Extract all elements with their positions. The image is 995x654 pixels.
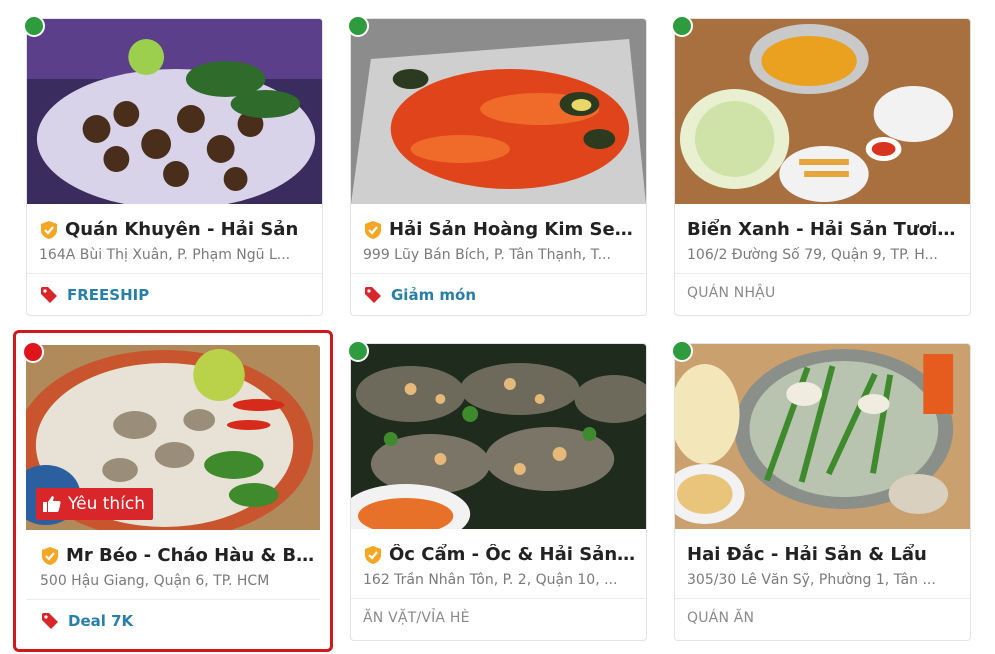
restaurant-address: 106/2 Đường Số 79, Quận 9, TP. H... <box>687 247 938 263</box>
category-label: ĂN VẶT/VỈA HÈ <box>363 610 470 626</box>
open-status-dot <box>347 15 369 37</box>
promo-label: Giảm món <box>391 286 477 304</box>
card-divider <box>351 598 646 599</box>
card-divider <box>27 273 322 274</box>
restaurant-card[interactable]: Hai Đắc - Hải Sản & Lẩu 305/30 Lê Văn Sỹ… <box>671 340 971 641</box>
open-status-dot <box>671 340 693 362</box>
restaurant-address: 164A Bùi Thị Xuân, P. Phạm Ngũ L... <box>39 247 291 263</box>
restaurant-title[interactable]: Quán Khuyên - Hải Sản <box>65 219 298 240</box>
restaurant-title[interactable]: Mr Béo - Cháo Hàu & Bột... <box>66 545 320 566</box>
open-status-dot <box>671 15 693 37</box>
favorite-badge: Yêu thích <box>36 488 154 520</box>
restaurant-card[interactable]: Quán Khuyên - Hải Sản 164A Bùi Thị Xuân,… <box>23 15 323 316</box>
restaurant-card-selected[interactable]: Yêu thích Mr Béo - Cháo Hàu & Bột... 500… <box>13 330 333 652</box>
verified-shield-icon <box>41 220 57 239</box>
restaurant-card[interactable]: Biển Xanh - Hải Sản Tươi S... 106/2 Đườn… <box>671 15 971 316</box>
card-divider <box>675 273 970 274</box>
promo-label: Deal 7K <box>68 612 134 630</box>
restaurant-title[interactable]: Hai Đắc - Hải Sản & Lẩu <box>687 544 927 565</box>
restaurant-address: 500 Hậu Giang, Quận 6, TP. HCM <box>40 573 270 589</box>
restaurant-title[interactable]: Ốc Cẩm - Ốc & Hải Sản - ... <box>389 544 636 565</box>
restaurant-photo[interactable] <box>351 19 646 204</box>
card-divider <box>351 273 646 274</box>
restaurant-title[interactable]: Hải Sản Hoàng Kim Seaf... <box>389 219 636 240</box>
open-status-dot <box>23 15 45 37</box>
card-divider <box>675 598 970 599</box>
restaurant-address: 999 Lũy Bán Bích, P. Tân Thạnh, T... <box>363 247 611 263</box>
verified-shield-icon <box>365 220 381 239</box>
promo-label: FREESHIP <box>67 286 150 304</box>
closed-status-dot <box>22 341 44 363</box>
restaurant-photo[interactable] <box>675 19 970 204</box>
restaurant-address: 162 Trần Nhân Tôn, P. 2, Quận 10, ... <box>363 572 618 588</box>
restaurant-photo[interactable] <box>675 344 970 529</box>
price-tag-icon <box>41 287 57 303</box>
verified-shield-icon <box>42 546 58 565</box>
price-tag-icon <box>42 613 58 629</box>
thumbs-up-icon <box>43 496 61 512</box>
verified-shield-icon <box>365 545 381 564</box>
category-label: QUÁN ĂN <box>687 610 755 626</box>
favorite-label: Yêu thích <box>68 494 146 514</box>
restaurant-card[interactable]: Ốc Cẩm - Ốc & Hải Sản - ... 162 Trần Nhâ… <box>347 340 647 641</box>
restaurant-photo[interactable] <box>27 19 322 204</box>
restaurant-grid: Quán Khuyên - Hải Sản 164A Bùi Thị Xuân,… <box>0 0 995 654</box>
price-tag-icon <box>365 287 381 303</box>
restaurant-title[interactable]: Biển Xanh - Hải Sản Tươi S... <box>687 219 960 240</box>
category-label: QUÁN NHẬU <box>687 285 776 301</box>
restaurant-address: 305/30 Lê Văn Sỹ, Phường 1, Tân ... <box>687 572 936 588</box>
restaurant-photo[interactable] <box>351 344 646 529</box>
card-divider <box>26 599 320 600</box>
open-status-dot <box>347 340 369 362</box>
restaurant-card[interactable]: Hải Sản Hoàng Kim Seaf... 999 Lũy Bán Bí… <box>347 15 647 316</box>
